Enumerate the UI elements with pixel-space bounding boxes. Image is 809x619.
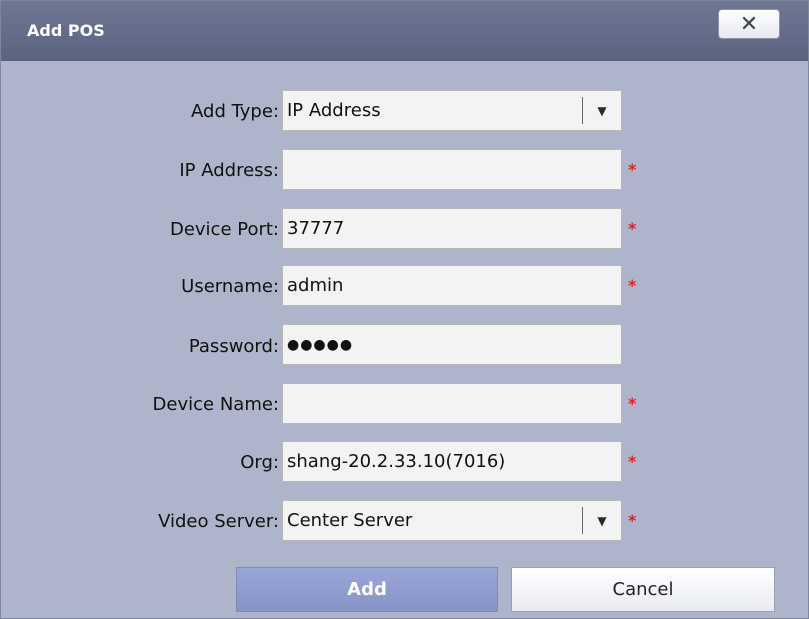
device-name-input[interactable] [282,383,622,424]
username-input[interactable]: admin [282,265,622,306]
ip-address-required-mark: * [628,160,637,179]
org-value: shang-20.2.33.10(7016) [287,451,506,472]
username-label: Username: [181,276,279,297]
cancel-button-label: Cancel [612,579,674,600]
add-pos-dialog: Add POS ✕ Add Type: IP Address ▼ IP Addr… [0,0,809,619]
device-port-required-mark: * [628,219,637,238]
username-required-mark: * [628,276,637,295]
device-port-input[interactable]: 37777 [282,208,622,249]
dialog-title: Add POS [27,21,105,40]
device-name-required-mark: * [628,394,637,413]
video-server-required-mark: * [628,511,637,530]
add-button-label: Add [347,579,387,600]
cancel-button[interactable]: Cancel [511,567,775,612]
chevron-down-icon[interactable]: ▼ [583,104,621,118]
video-server-value: Center Server [287,510,413,531]
ip-address-input[interactable] [282,149,622,190]
ip-address-label: IP Address: [179,160,279,181]
password-input[interactable]: ●●●●● [282,324,622,365]
add-type-label: Add Type: [191,101,279,122]
dialog-titlebar: Add POS ✕ [1,1,808,61]
device-port-value: 37777 [287,218,345,239]
password-label: Password: [188,336,279,357]
org-input[interactable]: shang-20.2.33.10(7016) [282,441,622,482]
org-label: Org: [240,452,279,473]
org-required-mark: * [628,452,637,471]
password-value: ●●●●● [287,336,354,353]
add-type-value: IP Address [287,100,381,121]
video-server-label: Video Server: [158,511,279,532]
username-value: admin [287,275,344,296]
add-type-select[interactable]: IP Address ▼ [282,90,622,131]
video-server-select[interactable]: Center Server ▼ [282,500,622,541]
device-port-label: Device Port: [169,219,279,240]
add-button[interactable]: Add [236,567,498,612]
chevron-down-icon[interactable]: ▼ [583,514,621,528]
close-button[interactable]: ✕ [718,9,780,39]
close-icon: ✕ [739,11,759,37]
device-name-label: Device Name: [152,394,279,415]
